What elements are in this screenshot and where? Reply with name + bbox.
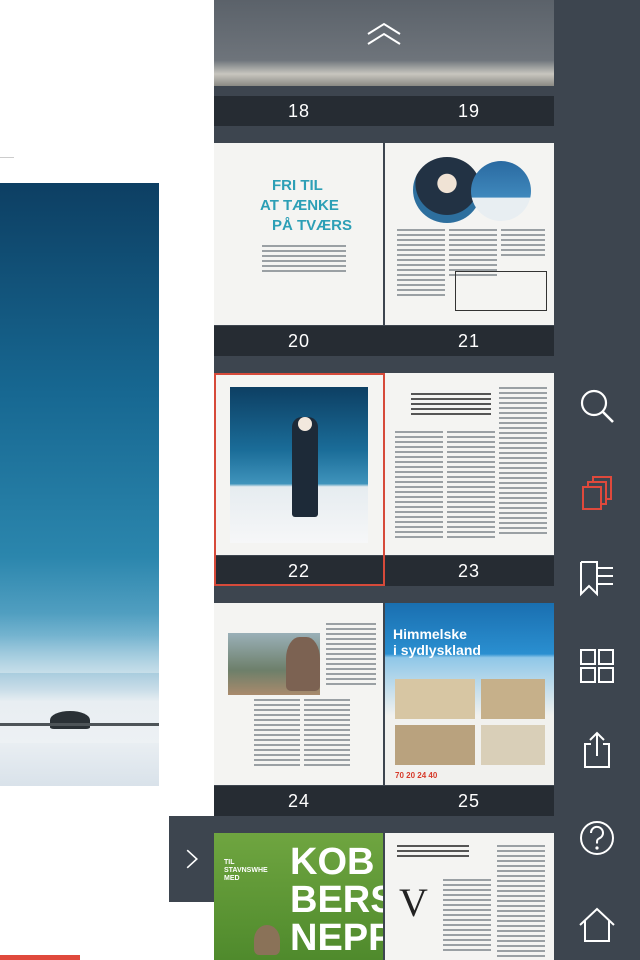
ad-photo [395, 679, 475, 719]
page-headline: KOB [290, 841, 375, 883]
drop-cap: V [399, 880, 428, 925]
page-number[interactable]: 23 [384, 556, 554, 586]
text-block [254, 699, 300, 769]
page-thumbnail-20[interactable]: FRI TIL AT TÆNKE PÅ TVÆRS [214, 143, 383, 325]
toolbar [554, 0, 640, 960]
text-block [397, 229, 445, 299]
current-page-highlight [214, 373, 385, 586]
spread-26-27[interactable]: TIL STAVNSWHE MED KOB BERS NEPP V [214, 833, 554, 960]
spread-18-19[interactable]: 18 19 [214, 0, 554, 126]
info-box [455, 271, 547, 311]
ad-photo [481, 725, 545, 765]
text-block [499, 387, 547, 537]
help-button[interactable] [574, 815, 620, 861]
divider [0, 157, 14, 158]
text-block [447, 431, 495, 541]
help-icon [580, 821, 614, 855]
page-photo [0, 183, 159, 786]
spread-22-23[interactable]: 22 23 [214, 373, 554, 586]
tree-photo [471, 161, 531, 221]
ad-photo [481, 679, 545, 719]
page-number-bar: 20 21 [214, 326, 554, 356]
grid-icon [580, 649, 614, 683]
page-headline: FRI TIL [272, 177, 323, 194]
text-block [395, 431, 443, 541]
page-number[interactable]: 24 [214, 786, 384, 816]
ad-headline: i sydlyskland [393, 642, 481, 658]
collapse-panel-button[interactable] [169, 816, 214, 902]
text-block [501, 229, 545, 259]
reading-progress-bar [0, 955, 80, 960]
page-number[interactable]: 25 [384, 786, 554, 816]
page-tagline: TIL STAVNSWHE MED [224, 859, 268, 882]
text-block [443, 879, 491, 954]
page-number-bar: 18 19 [214, 96, 554, 126]
home-button[interactable] [574, 902, 620, 948]
text-block [497, 845, 545, 960]
page-headline: BERS [290, 879, 383, 921]
search-button[interactable] [574, 383, 620, 429]
home-icon [579, 907, 615, 942]
text-block [304, 699, 350, 769]
quote-block [411, 393, 491, 418]
page-thumbnail-24[interactable] [214, 603, 383, 785]
page-number[interactable]: 20 [214, 326, 384, 356]
grid-view-button[interactable] [574, 643, 620, 689]
chevron-right-icon [186, 849, 198, 869]
page-headline: PÅ TVÆRS [272, 217, 353, 234]
page-headline: NEPP [290, 917, 383, 959]
bookmarks-button[interactable] [574, 555, 620, 601]
share-button[interactable] [574, 727, 620, 773]
photo-trees [50, 711, 90, 729]
text-block [262, 245, 346, 275]
scroll-to-top-icon[interactable] [364, 20, 404, 48]
person-figure [286, 637, 320, 691]
photo-fence [0, 723, 159, 726]
page-thumbnail-26[interactable]: TIL STAVNSWHE MED KOB BERS NEPP [214, 833, 383, 960]
ad-phone: 70 20 24 40 [395, 771, 438, 780]
ad-photo [395, 725, 475, 765]
spread-20-21[interactable]: FRI TIL AT TÆNKE PÅ TVÆRS 20 21 [214, 143, 554, 356]
search-icon [580, 389, 614, 423]
page-number[interactable]: 19 [384, 96, 554, 126]
page-number[interactable]: 21 [384, 326, 554, 356]
page-headline: AT TÆNKE [260, 197, 339, 214]
page-number[interactable]: 18 [214, 96, 384, 126]
page-thumbnail-27[interactable]: V [385, 833, 554, 960]
pages-button[interactable] [574, 470, 620, 516]
page-thumbnails-panel[interactable]: 18 19 FRI TIL AT TÆNKE PÅ TVÆRS 20 21 22… [214, 0, 554, 960]
page-thumbnail-25[interactable]: Himmelske i sydlyskland 70 20 24 40 [385, 603, 554, 785]
photo-haze [0, 613, 159, 673]
bookmarks-icon [580, 561, 613, 597]
text-block [397, 845, 469, 860]
ad-headline: Himmelske [393, 626, 467, 642]
bird-figure [254, 925, 280, 955]
page-thumbnail-23[interactable] [385, 373, 554, 555]
spread-24-25[interactable]: Himmelske i sydlyskland 70 20 24 40 24 2… [214, 603, 554, 816]
page-thumbnail-21[interactable] [385, 143, 554, 325]
pages-icon [582, 476, 612, 510]
page-number-bar: 24 25 [214, 786, 554, 816]
photo-snow [0, 743, 159, 786]
share-icon [584, 731, 610, 768]
text-block [326, 623, 376, 688]
